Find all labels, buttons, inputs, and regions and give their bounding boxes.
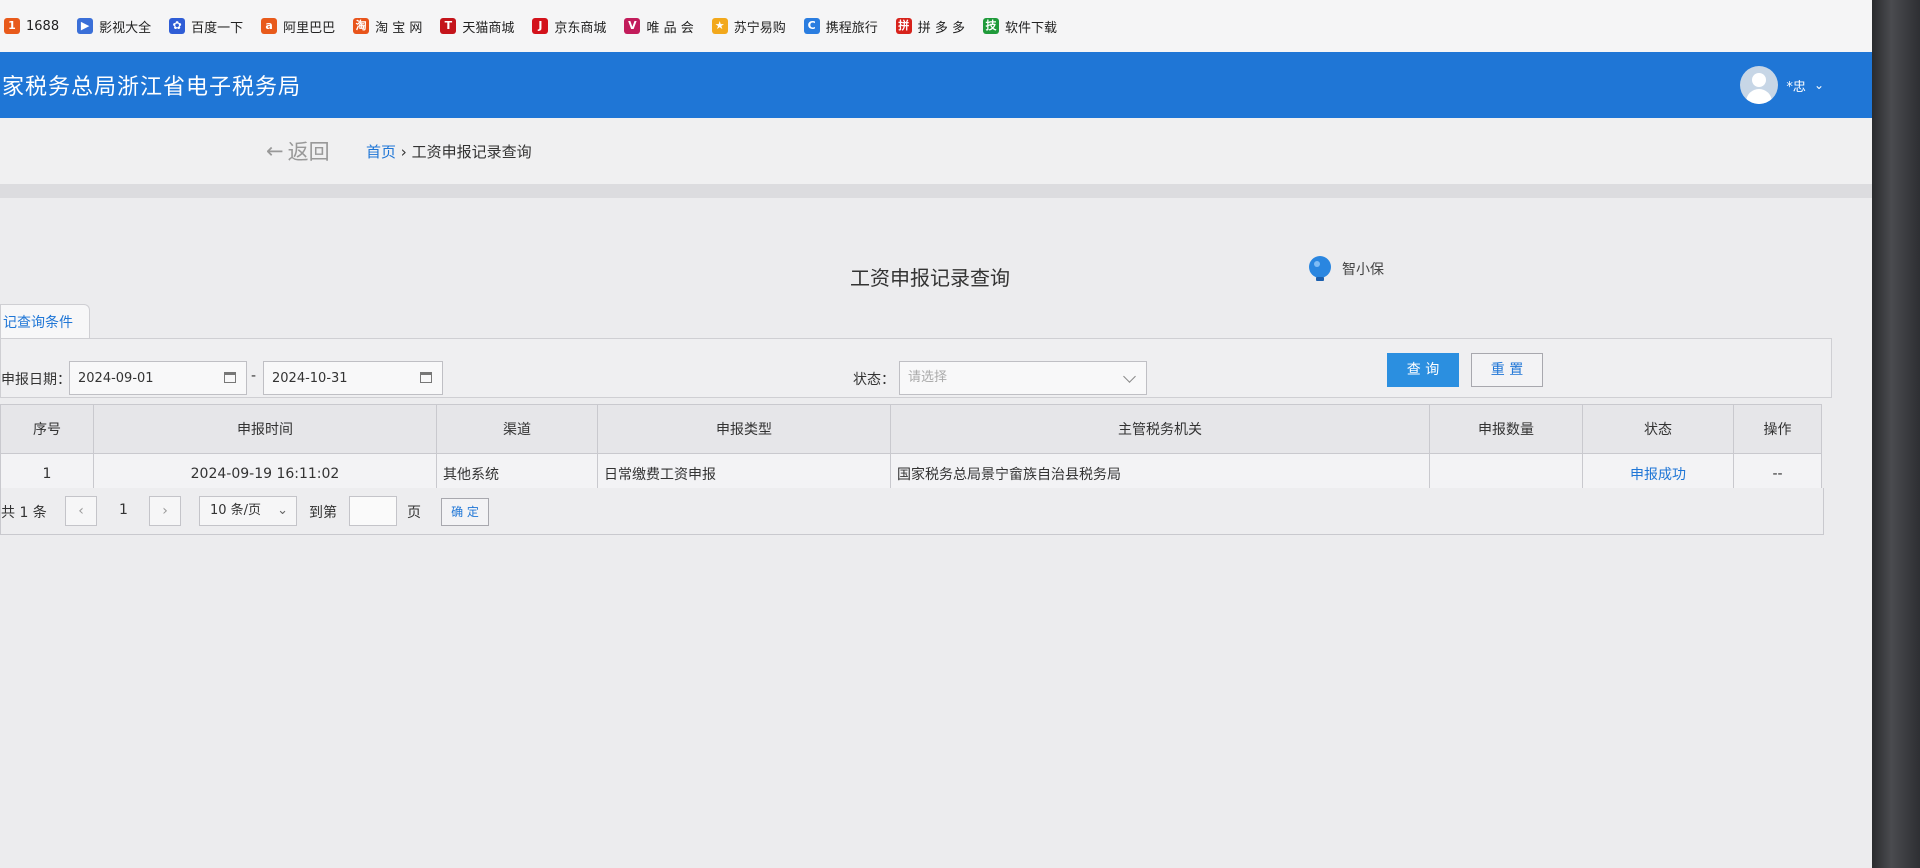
site-title: 家税务总局浙江省电子税务局 xyxy=(2,75,302,100)
page-title: 工资申报记录查询 xyxy=(850,266,1010,290)
total-count: 共 1 条 xyxy=(1,505,47,521)
suning-icon: ★ xyxy=(711,18,728,34)
date-from-input[interactable]: 2024-09-01 xyxy=(69,361,247,395)
table-header-row: 序号 申报时间 渠道 申报类型 主管税务机关 申报数量 状态 操作 xyxy=(0,404,1822,454)
vip-icon: V xyxy=(624,18,641,34)
back-label: 返回 xyxy=(287,140,330,164)
chevron-down-icon: ⌄ xyxy=(277,503,288,518)
bookmark-item[interactable]: 技软件下载 xyxy=(983,17,1057,36)
column-header: 申报类型 xyxy=(597,404,891,454)
bookmark-label: 阿里巴巴 xyxy=(283,20,336,36)
goto-label: 到第 xyxy=(309,505,337,521)
user-menu[interactable]: *忠 ⌄ xyxy=(1740,66,1824,104)
bookmark-item[interactable]: C 携程旅行 xyxy=(803,17,878,36)
arrow-left-icon: ← xyxy=(266,139,284,163)
bookmark-item[interactable]: ★ 苏宁易购 xyxy=(711,17,786,36)
bookmark-item[interactable]: ✿ 百度一下 xyxy=(169,17,243,36)
bookmark-label: 拼 多 多 xyxy=(917,20,965,36)
user-name: *忠 xyxy=(1786,79,1806,95)
column-header: 主管税务机关 xyxy=(890,404,1430,454)
date-to-input[interactable]: 2024-10-31 xyxy=(263,361,443,395)
tmall-icon: T xyxy=(440,18,457,34)
prev-page-button[interactable]: ‹ xyxy=(65,496,97,526)
bookmarks-bar: 1 1688 ▶ 影视大全 ✿ 百度一下 a 阿里巴巴 淘淘 宝 网 T 天猫商城 J 京东商城 V 唯 品… xyxy=(0,0,1872,53)
avatar[interactable] xyxy=(1740,66,1779,104)
alibaba-icon: a xyxy=(261,18,278,34)
chevron-down-icon: ⌄ xyxy=(1813,78,1824,92)
bookmark-label: 天猫商城 xyxy=(462,20,515,36)
bookmark-label: 软件下载 xyxy=(1005,20,1058,36)
status-placeholder: 请选择 xyxy=(908,370,948,385)
bookmark-item[interactable]: 拼拼 多 多 xyxy=(895,17,965,36)
filter-bar: 申报日期： 2024-09-01 - 2024-10-31 状态： 请选择 查 … xyxy=(0,338,1832,398)
1688-icon: 1 xyxy=(4,18,20,34)
pdd-icon: 拼 xyxy=(895,18,912,34)
calendar-icon xyxy=(224,372,236,383)
breadcrumb-current: 工资申报记录查询 xyxy=(411,143,532,161)
pagination: 共 1 条 ‹ 1 › 10 条/页 ⌄ 到第 页 确 定 xyxy=(0,488,1824,535)
bookmark-item[interactable]: J 京东商城 xyxy=(532,17,606,36)
assistant-button[interactable]: 智小保 xyxy=(1306,254,1384,284)
date-from-value: 2024-09-01 xyxy=(78,371,154,386)
bookmark-label: 唯 品 会 xyxy=(646,20,694,36)
date-range-dash: - xyxy=(251,368,257,384)
back-button[interactable]: ← 返回 xyxy=(266,136,330,166)
records-table: 序号 申报时间 渠道 申报类型 主管税务机关 申报数量 状态 操作 1 2024… xyxy=(0,404,1822,495)
calendar-icon xyxy=(420,372,432,383)
column-header: 序号 xyxy=(0,404,94,454)
site-header: 家税务总局浙江省电子税务局 *忠 ⌄ xyxy=(0,52,1872,118)
bookmark-item[interactable]: ▶ 影视大全 xyxy=(77,17,151,36)
bookmark-label: 1688 xyxy=(26,18,60,34)
bookmark-label: 携程旅行 xyxy=(825,20,878,36)
status-select[interactable]: 请选择 xyxy=(899,361,1147,395)
bookmark-label: 京东商城 xyxy=(554,20,607,36)
column-header: 申报时间 xyxy=(93,404,437,454)
navigation-bar: ← 返回 首页 › 工资申报记录查询 xyxy=(0,118,1872,184)
ctrip-icon: C xyxy=(803,18,820,34)
bookmark-item[interactable]: 淘淘 宝 网 xyxy=(353,17,422,36)
bookmark-label: 百度一下 xyxy=(191,20,244,36)
bookmark-item[interactable]: V唯 品 会 xyxy=(624,17,694,36)
bookmark-label: 影视大全 xyxy=(99,20,152,36)
video-icon: ▶ xyxy=(77,18,94,34)
column-header: 渠道 xyxy=(436,404,598,454)
query-button[interactable]: 查 询 xyxy=(1387,353,1459,387)
breadcrumb-home[interactable]: 首页 xyxy=(366,143,396,161)
divider xyxy=(0,184,1872,198)
bookmark-item[interactable]: 1 1688 xyxy=(4,18,59,34)
column-header: 操作 xyxy=(1733,404,1822,454)
assistant-label: 智小保 xyxy=(1342,262,1384,278)
breadcrumb: 首页 › 工资申报记录查询 xyxy=(366,141,532,162)
bookmark-item[interactable]: T 天猫商城 xyxy=(440,17,514,36)
bookmark-item[interactable]: a 阿里巴巴 xyxy=(261,17,335,36)
monitor-bezel xyxy=(1872,0,1920,868)
page-unit-label: 页 xyxy=(407,505,421,521)
date-label: 申报日期： xyxy=(1,372,71,388)
goto-page-input[interactable] xyxy=(349,496,397,526)
next-page-button[interactable]: › xyxy=(149,496,181,526)
browser-screen: 1 1688 ▶ 影视大全 ✿ 百度一下 a 阿里巴巴 淘淘 宝 网 T 天猫商城 J 京东商城 V 唯 品… xyxy=(0,0,1872,868)
bookmark-label: 苏宁易购 xyxy=(733,20,786,36)
column-header: 申报数量 xyxy=(1429,404,1583,454)
baidu-icon: ✿ xyxy=(169,18,186,34)
jd-icon: J xyxy=(532,18,549,34)
date-to-value: 2024-10-31 xyxy=(272,371,348,386)
taobao-icon: 淘 xyxy=(353,18,370,34)
chevron-down-icon xyxy=(1123,370,1136,383)
main-content: 工资申报记录查询 智小保 记查询条件 申报日期： 2024-09-01 - 20… xyxy=(0,198,1872,868)
assistant-icon xyxy=(1309,256,1331,281)
page-size-value: 10 条/页 xyxy=(210,503,262,518)
breadcrumb-separator: › xyxy=(400,143,407,161)
download-icon: 技 xyxy=(983,18,999,34)
status-label: 状态： xyxy=(853,372,895,388)
confirm-button[interactable]: 确 定 xyxy=(441,498,489,526)
reset-button[interactable]: 重 置 xyxy=(1471,353,1543,387)
current-page[interactable]: 1 xyxy=(119,502,128,518)
bookmark-label: 淘 宝 网 xyxy=(375,20,423,36)
page-size-select[interactable]: 10 条/页 ⌄ xyxy=(199,496,297,526)
column-header: 状态 xyxy=(1582,404,1734,454)
